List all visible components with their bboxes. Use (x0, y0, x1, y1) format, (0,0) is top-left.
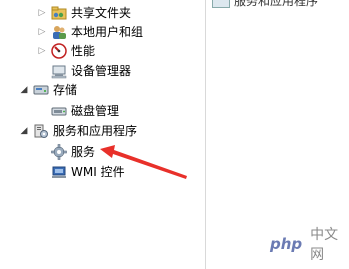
tree-item-label: 磁盘管理 (71, 104, 120, 118)
wmi-control-icon (51, 164, 67, 180)
tree-item-shared-folders[interactable]: ▷ 共享文件夹 (37, 3, 131, 22)
tree-item-storage[interactable]: ◢ 存储 (19, 80, 77, 99)
expand-arrow-icon[interactable]: ▷ (37, 8, 47, 18)
tree-item-label: WMI 控件 (71, 165, 125, 179)
performance-icon (51, 42, 67, 59)
tree-item-label: 服务和应用程序 (53, 124, 138, 138)
watermark-text: 中文网 (310, 227, 339, 263)
navigation-tree: ▷ 共享文件夹 ▷ 本地用户和组 ▷ 性能 设备管理器 ◢ 存储 磁盘管理 ◢ … (0, 0, 205, 269)
expand-arrow-icon[interactable]: ▷ (37, 27, 47, 37)
gear-icon (51, 143, 67, 160)
tree-item-device-manager[interactable]: 设备管理器 (51, 61, 131, 80)
tree-item-disk-management[interactable]: 磁盘管理 (51, 101, 119, 120)
disk-management-icon (51, 103, 67, 119)
tree-item-wmi-control[interactable]: WMI 控件 (51, 162, 125, 181)
watermark: php 中文网 (266, 224, 349, 264)
collapse-arrow-icon[interactable]: ◢ (19, 126, 29, 136)
tree-item-local-users-groups[interactable]: ▷ 本地用户和组 (37, 22, 143, 41)
tree-item-label: 本地用户和组 (71, 25, 144, 39)
users-group-icon (51, 24, 67, 40)
tree-item-label: 服务 (71, 145, 96, 159)
expand-arrow-icon[interactable]: ▷ (37, 46, 47, 56)
collapse-arrow-icon[interactable]: ◢ (19, 85, 29, 95)
shared-folder-icon (51, 5, 67, 21)
tree-item-label: 共享文件夹 (71, 6, 132, 20)
tree-item-services-applications[interactable]: ◢ 服务和应用程序 (19, 121, 137, 140)
tree-item-label: 性能 (71, 44, 96, 58)
tree-item-label: 存储 (53, 83, 78, 97)
services-apps-icon (33, 123, 49, 139)
details-item[interactable]: 服务和应用程序 (212, 0, 318, 9)
watermark-logo: php (266, 235, 307, 253)
services-apps-icon (212, 0, 230, 8)
device-manager-icon (51, 63, 67, 79)
tree-item-services[interactable]: 服务 (51, 142, 96, 161)
storage-icon (33, 82, 49, 98)
details-item-label: 服务和应用程序 (234, 0, 319, 8)
tree-item-performance[interactable]: ▷ 性能 (37, 41, 95, 60)
tree-item-label: 设备管理器 (71, 64, 132, 78)
